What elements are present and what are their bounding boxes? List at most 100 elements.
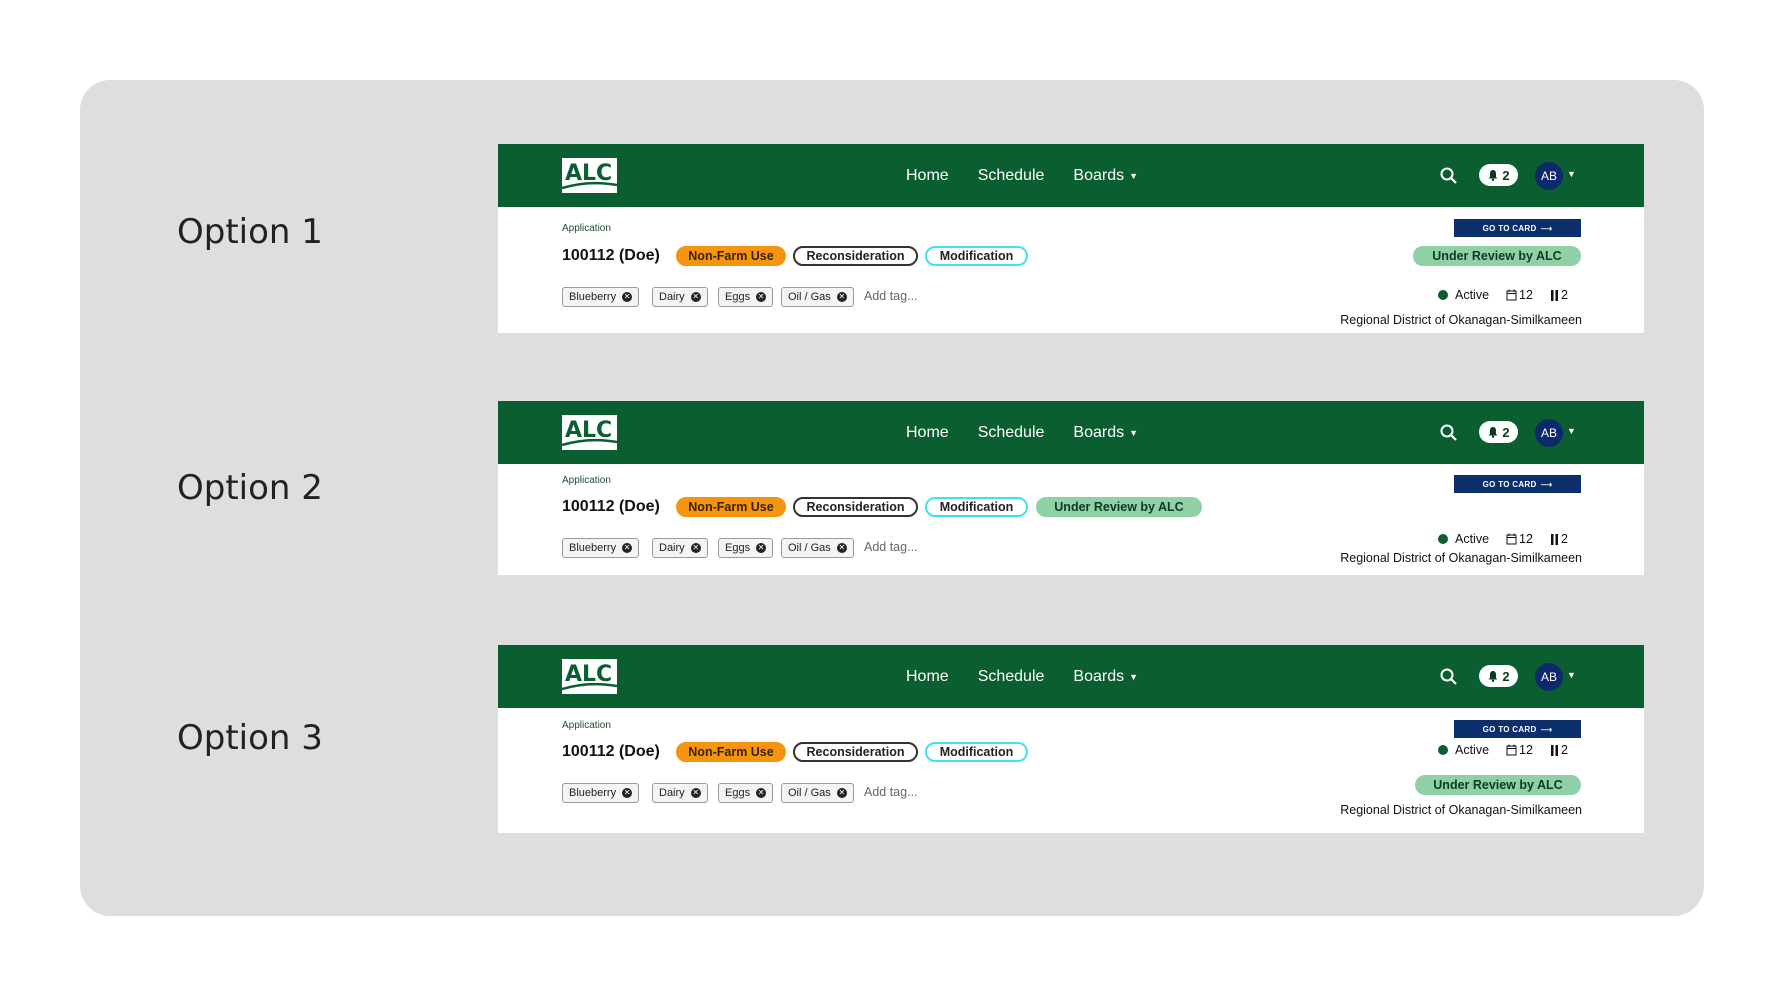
bell-icon [1488, 671, 1498, 682]
tag-eggs: Eggs ✕ [718, 783, 774, 803]
option-3-mockup: ALC Home Schedule Boards ▼ 2 AB ▼ Applica… [498, 645, 1644, 833]
go-to-card-label: GO TO CARD [1482, 223, 1537, 233]
remove-tag-icon[interactable]: ✕ [690, 543, 701, 553]
go-to-card-button[interactable]: GO TO CARD ⟶ [1454, 475, 1581, 493]
alc-logo[interactable]: ALC [562, 158, 617, 193]
top-navbar: ALC Home Schedule Boards ▼ 2 AB ▼ [498, 645, 1644, 708]
active-status-icon [1438, 290, 1448, 300]
tag-dairy: Dairy ✕ [652, 783, 708, 803]
alc-logo[interactable]: ALC [562, 415, 617, 450]
tag-label: Eggs [725, 291, 751, 303]
file-number: 100112 (Doe) [562, 247, 660, 264]
tag-eggs: Eggs ✕ [718, 538, 774, 558]
remove-tag-icon[interactable]: ✕ [836, 543, 847, 553]
nav-home[interactable]: Home [906, 668, 949, 686]
nav-boards-label: Boards [1073, 166, 1125, 184]
chip-reconsideration: Reconsideration [793, 497, 918, 517]
nav-boards[interactable]: Boards ▼ [1073, 668, 1138, 686]
nav-home[interactable]: Home [906, 424, 949, 442]
top-navbar: ALC Home Schedule Boards ▼ 2 AB ▼ [498, 401, 1644, 464]
nav-boards-label: Boards [1073, 667, 1125, 685]
arrow-right-icon: ⟶ [1540, 223, 1553, 233]
search-icon[interactable] [1438, 666, 1460, 688]
notification-count: 2 [1502, 424, 1510, 440]
tag-label: Eggs [725, 787, 751, 799]
remove-tag-icon[interactable]: ✕ [836, 788, 847, 798]
search-icon[interactable] [1438, 165, 1460, 187]
add-tag-input[interactable]: Add tag... [864, 785, 918, 799]
card-meta: Active 12 2 [1438, 288, 1568, 302]
notifications-button[interactable]: 2 [1479, 421, 1518, 443]
tag-blueberry: Blueberry ✕ [562, 783, 640, 803]
arrow-right-icon: ⟶ [1540, 724, 1553, 734]
chip-modification: Modification [925, 742, 1028, 762]
notifications-button[interactable]: 2 [1479, 164, 1518, 186]
option-1-label: Option 1 [177, 212, 323, 252]
status-badge: Under Review by ALC [1036, 497, 1202, 517]
caret-down-icon[interactable]: ▼ [1567, 426, 1576, 436]
option-3-label: Option 3 [177, 718, 323, 758]
remove-tag-icon[interactable]: ✕ [622, 788, 633, 798]
status-badge: Under Review by ALC [1415, 775, 1581, 795]
avatar[interactable]: AB [1535, 162, 1563, 190]
go-to-card-button[interactable]: GO TO CARD ⟶ [1454, 219, 1581, 237]
application-type: Application [562, 720, 611, 731]
caret-down-icon: ▼ [1129, 427, 1139, 438]
pause-icon [1550, 533, 1558, 545]
tag-label: Oil / Gas [788, 787, 831, 799]
add-tag-input[interactable]: Add tag... [864, 289, 918, 303]
nav-schedule[interactable]: Schedule [978, 424, 1045, 442]
nav-schedule[interactable]: Schedule [978, 668, 1045, 686]
tag-label: Dairy [659, 787, 685, 799]
notifications-button[interactable]: 2 [1479, 665, 1518, 687]
calendar-icon [1506, 744, 1517, 756]
tag-eggs: Eggs ✕ [718, 287, 774, 307]
remove-tag-icon[interactable]: ✕ [756, 788, 767, 798]
go-to-card-button[interactable]: GO TO CARD ⟶ [1454, 720, 1581, 738]
caret-down-icon[interactable]: ▼ [1567, 670, 1576, 680]
remove-tag-icon[interactable]: ✕ [756, 543, 767, 553]
remove-tag-icon[interactable]: ✕ [690, 292, 701, 302]
tag-dairy: Dairy ✕ [652, 287, 708, 307]
avatar[interactable]: AB [1535, 419, 1563, 447]
notification-count: 2 [1502, 167, 1510, 183]
file-number: 100112 (Doe) [562, 743, 660, 760]
caret-down-icon[interactable]: ▼ [1567, 169, 1576, 179]
option-1-mockup: ALC Home Schedule Boards ▼ 2 AB ▼ Applica… [498, 144, 1644, 333]
nav-schedule[interactable]: Schedule [978, 167, 1045, 185]
avatar[interactable]: AB [1535, 663, 1563, 691]
remove-tag-icon[interactable]: ✕ [836, 292, 847, 302]
nav-boards[interactable]: Boards ▼ [1073, 167, 1138, 185]
add-tag-input[interactable]: Add tag... [864, 540, 918, 554]
search-icon[interactable] [1438, 422, 1460, 444]
tag-label: Blueberry [569, 291, 617, 303]
pause-count: 2 [1560, 288, 1568, 302]
region-name: Regional District of Okanagan-Similkamee… [1340, 803, 1582, 817]
card-meta: Active 12 2 [1438, 743, 1568, 757]
tag-label: Eggs [725, 542, 751, 554]
calendar-count: 12 [1519, 743, 1533, 757]
tag-oil-gas: Oil / Gas ✕ [781, 287, 854, 307]
calendar-count: 12 [1519, 532, 1533, 546]
calendar-icon [1506, 533, 1517, 545]
arrow-right-icon: ⟶ [1540, 479, 1553, 489]
alc-logo[interactable]: ALC [562, 659, 617, 694]
bell-icon [1488, 170, 1498, 181]
caret-down-icon: ▼ [1129, 170, 1139, 181]
tag-label: Blueberry [569, 787, 617, 799]
remove-tag-icon[interactable]: ✕ [622, 543, 633, 553]
tag-label: Blueberry [569, 542, 617, 554]
nav-boards[interactable]: Boards ▼ [1073, 424, 1138, 442]
pause-icon [1550, 289, 1558, 301]
pause-count: 2 [1560, 532, 1568, 546]
remove-tag-icon[interactable]: ✕ [756, 292, 767, 302]
remove-tag-icon[interactable]: ✕ [690, 788, 701, 798]
caret-down-icon: ▼ [1129, 671, 1139, 682]
nav-home[interactable]: Home [906, 167, 949, 185]
calendar-icon [1506, 289, 1517, 301]
region-name: Regional District of Okanagan-Similkamee… [1340, 551, 1582, 565]
remove-tag-icon[interactable]: ✕ [622, 292, 633, 302]
option-2-label: Option 2 [177, 468, 323, 508]
option-2-mockup: ALC Home Schedule Boards ▼ 2 AB ▼ Applica… [498, 401, 1644, 575]
tag-oil-gas: Oil / Gas ✕ [781, 783, 854, 803]
